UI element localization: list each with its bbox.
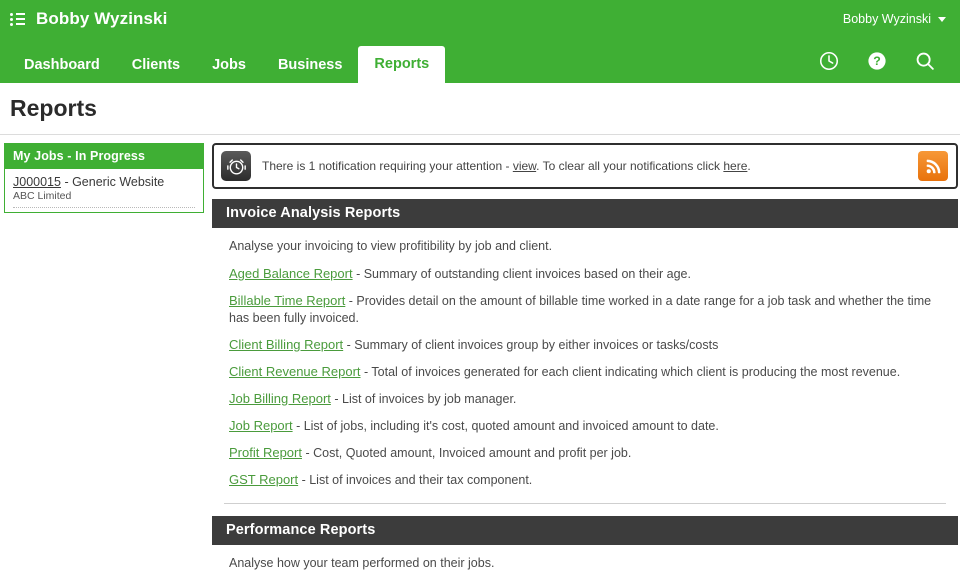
header-left-group: Bobby Wyzinski xyxy=(10,9,167,29)
nav-icon-group: ? xyxy=(818,38,960,83)
section-invoice-analysis-reports: Invoice Analysis Reports Analyse your in… xyxy=(212,199,958,504)
svg-text:?: ? xyxy=(873,54,881,68)
main-navigation: Dashboard Clients Jobs Business Reports … xyxy=(0,38,960,83)
brand-title: Bobby Wyzinski xyxy=(36,9,168,28)
report-description: - Total of invoices generated for each c… xyxy=(360,365,901,379)
section-title: Invoice Analysis Reports xyxy=(212,199,958,228)
section-divider xyxy=(224,503,946,504)
page-title: Reports xyxy=(10,95,97,121)
alarm-clock-icon[interactable] xyxy=(221,151,251,181)
list-item: Billable Time Report - Provides detail o… xyxy=(229,283,946,327)
notification-bar: There is 1 notification requiring your a… xyxy=(212,143,958,189)
section-intro: Analyse how your team performed on their… xyxy=(229,556,495,570)
notification-message: There is 1 notification requiring your a… xyxy=(262,158,918,174)
job-client-name: ABC Limited xyxy=(13,190,72,202)
section-title: Performance Reports xyxy=(212,516,958,545)
chevron-down-icon[interactable] xyxy=(938,16,946,22)
sidebar: My Jobs - In Progress J000015 - Generic … xyxy=(0,143,204,213)
list-item: Profit Report - Cost, Quoted amount, Inv… xyxy=(229,435,946,462)
report-link-client-revenue-report[interactable]: Client Revenue Report xyxy=(229,364,361,379)
tab-clients[interactable]: Clients xyxy=(116,48,196,83)
job-separator: - xyxy=(60,175,73,189)
report-link-client-billing-report[interactable]: Client Billing Report xyxy=(229,337,343,352)
tab-jobs[interactable]: Jobs xyxy=(196,48,262,83)
page-content: My Jobs - In Progress J000015 - Generic … xyxy=(0,135,960,575)
report-link-profit-report[interactable]: Profit Report xyxy=(229,445,302,460)
report-link-job-billing-report[interactable]: Job Billing Report xyxy=(229,391,331,406)
user-menu-label[interactable]: Bobby Wyzinski xyxy=(843,12,931,26)
notification-view-link[interactable]: view xyxy=(513,159,536,173)
help-icon[interactable]: ? xyxy=(866,50,888,72)
notification-text-end: . xyxy=(747,159,751,173)
list-menu-icon[interactable] xyxy=(10,12,25,26)
report-description: - List of invoices by job manager. xyxy=(330,392,517,406)
my-jobs-panel-body: J000015 - Generic Website ABC Limited xyxy=(5,169,203,212)
section-performance-reports: Performance Reports Analyse how your tea… xyxy=(212,516,958,575)
report-description: - Summary of outstanding client invoices… xyxy=(352,267,691,281)
notification-here-link[interactable]: here xyxy=(723,159,747,173)
report-link-billable-time-report[interactable]: Billable Time Report xyxy=(229,293,345,308)
list-item[interactable]: J000015 - Generic Website ABC Limited xyxy=(13,175,195,208)
report-list: Aged Balance Report - Summary of outstan… xyxy=(212,256,958,489)
my-jobs-panel-title: My Jobs - In Progress xyxy=(5,144,203,169)
report-link-aged-balance-report[interactable]: Aged Balance Report xyxy=(229,266,353,281)
my-jobs-panel: My Jobs - In Progress J000015 - Generic … xyxy=(4,143,204,213)
tab-reports[interactable]: Reports xyxy=(358,46,446,83)
top-header-bar: Bobby Wyzinski Bobby Wyzinski xyxy=(0,0,960,38)
job-title-line: J000015 - Generic Website xyxy=(13,175,195,190)
job-name: Generic Website xyxy=(72,175,165,189)
tab-dashboard[interactable]: Dashboard xyxy=(8,48,116,83)
tab-business[interactable]: Business xyxy=(262,48,358,83)
list-item: Client Revenue Report - Total of invoice… xyxy=(229,354,946,381)
report-description: - Summary of client invoices group by ei… xyxy=(343,338,719,352)
report-description: - List of jobs, including it's cost, quo… xyxy=(292,419,719,433)
report-link-job-report[interactable]: Job Report xyxy=(229,418,293,433)
list-item: Aged Balance Report - Summary of outstan… xyxy=(229,256,946,283)
main-column: There is 1 notification requiring your a… xyxy=(212,143,960,575)
notification-text-middle: . To clear all your notifications click xyxy=(536,159,724,173)
list-item: Job Billing Report - List of invoices by… xyxy=(229,381,946,408)
report-description: - Cost, Quoted amount, Invoiced amount a… xyxy=(301,446,632,460)
clock-icon[interactable] xyxy=(818,50,840,72)
list-item: GST Report - List of invoices and their … xyxy=(229,462,946,489)
header-right-group: Bobby Wyzinski xyxy=(843,12,946,26)
list-item: Client Billing Report - Summary of clien… xyxy=(229,327,946,354)
page-title-bar: Reports xyxy=(0,83,960,135)
job-code-link[interactable]: J000015 xyxy=(13,175,61,189)
report-link-gst-report[interactable]: GST Report xyxy=(229,472,298,487)
rss-feed-icon[interactable] xyxy=(918,151,948,181)
section-intro: Analyse your invoicing to view profitibi… xyxy=(229,239,553,253)
search-icon[interactable] xyxy=(914,50,936,72)
notification-text-before: There is 1 notification requiring your a… xyxy=(262,159,513,173)
report-description: - List of invoices and their tax compone… xyxy=(298,473,533,487)
list-item: Job Report - List of jobs, including it'… xyxy=(229,408,946,435)
